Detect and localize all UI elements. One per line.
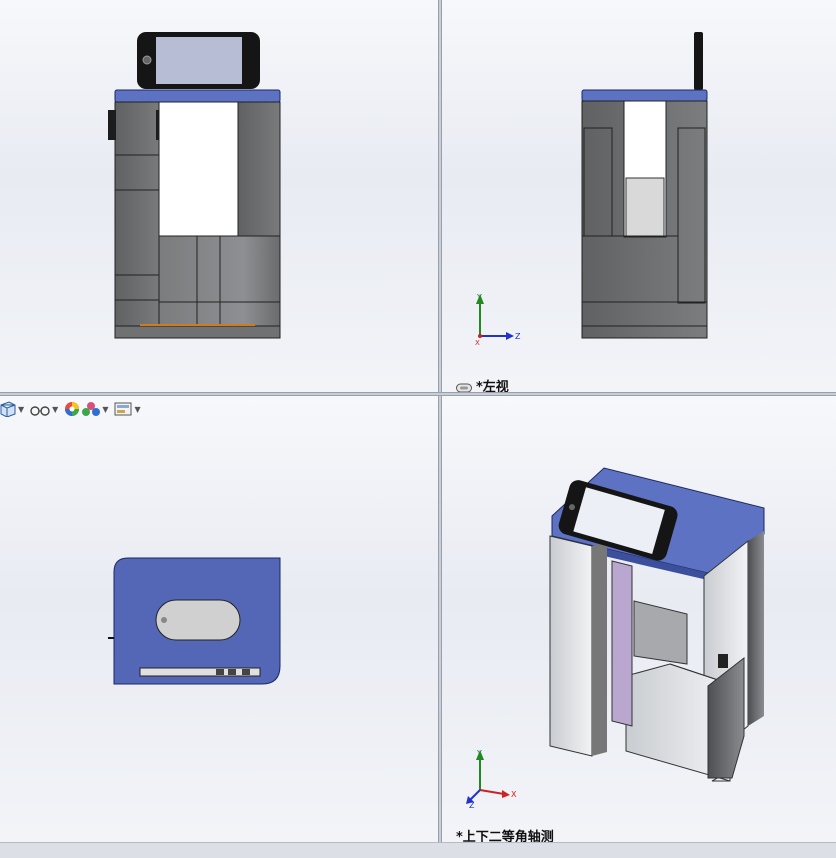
- coordinate-triad-iso: Y X Z: [466, 749, 517, 808]
- viewport-left-view[interactable]: Y Z X *左视: [442, 0, 836, 392]
- edit-appearance-icon[interactable]: [64, 401, 80, 417]
- heads-up-view-toolbar: ▼ ▼ ▼ ▼: [0, 398, 145, 420]
- phone-edge: [694, 32, 703, 90]
- apply-scene-icon[interactable]: ▼: [82, 401, 112, 417]
- triad-y-label: Y: [476, 749, 482, 758]
- view-name-label: *左视: [456, 376, 509, 392]
- view-settings-icon[interactable]: ▼: [114, 401, 144, 417]
- phone-model: [137, 32, 260, 89]
- triad-y-label: Y: [476, 293, 482, 302]
- triad-x-label: X: [475, 339, 480, 347]
- viewport-splitter-horizontal[interactable]: [0, 392, 836, 396]
- triad-z-label: Z: [515, 332, 521, 341]
- top-view-model: [108, 557, 281, 685]
- view-orientation-icon[interactable]: ▼: [0, 401, 28, 417]
- view-link-icon: [456, 383, 472, 392]
- cad-window: Y Z X *左视 ▼ ▼ ▼ ▼ Y X Z *上下二等角轴测: [0, 0, 836, 858]
- triad-z-label: Z: [469, 801, 475, 808]
- viewport-top-view[interactable]: ▼ ▼ ▼ ▼: [0, 396, 438, 842]
- hide-show-items-icon[interactable]: ▼: [30, 402, 62, 416]
- front-view-model: [108, 32, 281, 339]
- top-plate: [114, 89, 281, 103]
- status-bar: [0, 842, 836, 858]
- triad-x-label: X: [511, 790, 517, 799]
- viewport-isometric[interactable]: Y X Z *上下二等角轴测: [442, 396, 836, 842]
- view-name-label: *上下二等角轴测: [456, 830, 554, 842]
- viewport-front[interactable]: [0, 0, 438, 392]
- viewport-splitter-vertical[interactable]: [438, 0, 442, 842]
- coordinate-triad: Y Z X: [475, 293, 521, 347]
